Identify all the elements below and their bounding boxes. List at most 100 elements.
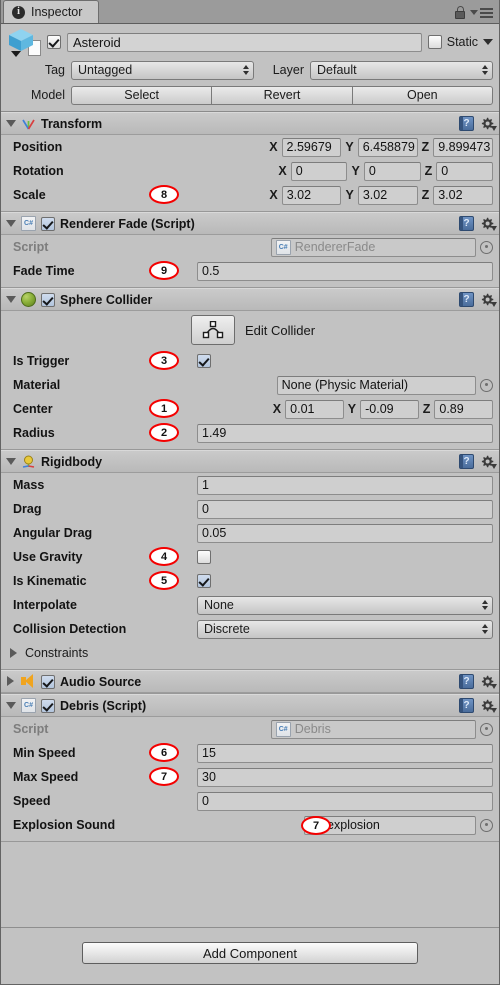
property-row: Use Gravity 4 [1, 545, 499, 569]
row-label: Position [13, 140, 63, 154]
value-field[interactable]: 0.5 [197, 261, 493, 281]
help-book-icon[interactable]: ? [459, 454, 474, 469]
toggle-checkbox[interactable] [197, 354, 211, 368]
component-header[interactable]: C# Debris (Script)? [1, 694, 499, 717]
field-x[interactable]: 3.02 [281, 185, 342, 205]
model-revert-button[interactable]: Revert [211, 85, 352, 105]
help-book-icon[interactable]: ? [459, 116, 474, 131]
model-row: Model Select Revert Open [7, 85, 493, 105]
toggle-checkbox[interactable] [197, 550, 211, 564]
component-enabled-checkbox[interactable] [41, 216, 55, 231]
help-book-icon[interactable]: ? [459, 292, 474, 307]
gear-icon[interactable] [480, 675, 497, 689]
object-field[interactable]: C# RendererFade [270, 237, 476, 257]
help-book-icon[interactable]: ? [459, 698, 474, 713]
object-field[interactable]: None (Physic Material) [276, 375, 476, 395]
row-label: Center [13, 402, 53, 416]
field-z[interactable]: 0 [436, 161, 494, 181]
field-y[interactable]: 6.458879 [357, 137, 418, 157]
component-header[interactable]: Transform? [1, 112, 499, 135]
chevron-down-icon[interactable] [5, 118, 16, 129]
field-y[interactable]: -0.09 [360, 399, 419, 419]
row-constraints[interactable]: Constraints [1, 641, 499, 665]
model-select-button[interactable]: Select [71, 85, 212, 105]
chevron-right-icon[interactable] [8, 647, 19, 659]
object-picker-icon[interactable] [480, 240, 493, 254]
component-header[interactable]: Rigidbody? [1, 450, 499, 473]
layer-dropdown[interactable]: Default [310, 60, 493, 80]
property-row: Position X 2.59679 Y 6.458879 Z 9.899473 [1, 135, 499, 159]
add-component-button[interactable]: Add Component [82, 942, 418, 964]
property-row: Collision Detection Discrete [1, 617, 499, 641]
component-header[interactable]: Audio Source? [1, 670, 499, 693]
value-field[interactable]: 0 [197, 791, 493, 811]
value-field[interactable]: 30 [197, 767, 493, 787]
edit-collider-icon [202, 321, 224, 339]
object-picker-icon[interactable] [480, 378, 493, 392]
chevron-down-icon[interactable] [5, 456, 16, 467]
field-x[interactable]: 2.59679 [281, 137, 342, 157]
dropdown[interactable]: None [197, 595, 493, 615]
annotation-badge: 2 [149, 423, 179, 442]
chevron-down-icon[interactable] [5, 218, 16, 229]
value-field[interactable]: 0.05 [197, 523, 493, 543]
value-field[interactable]: 15 [197, 743, 493, 763]
axis-x-label: X [269, 140, 278, 154]
axis-y-label: Y [345, 188, 354, 202]
tag-dropdown[interactable]: Untagged [71, 60, 254, 80]
object-picker-icon[interactable] [480, 722, 493, 736]
gear-icon[interactable] [480, 455, 497, 469]
gear-icon[interactable] [480, 293, 497, 307]
value-field[interactable]: 1 [197, 475, 493, 495]
prefab-cube-icon[interactable] [7, 27, 41, 57]
chevron-down-icon[interactable] [5, 294, 16, 305]
chevron-right-icon[interactable] [5, 676, 16, 687]
dropdown-value: Discrete [204, 622, 250, 636]
edit-collider-row: Edit Collider [1, 311, 499, 349]
help-book-icon[interactable]: ? [459, 674, 474, 689]
help-book-icon[interactable]: ? [459, 216, 474, 231]
field-x[interactable]: 0 [290, 161, 348, 181]
chevron-down-icon[interactable] [483, 39, 493, 45]
static-checkbox[interactable] [427, 35, 442, 49]
component-renderer-fade-script: C# Renderer Fade (Script)? Script C# Rendere… [1, 212, 499, 288]
tab-inspector[interactable]: i Inspector [3, 0, 100, 23]
value-field[interactable]: 0 [197, 499, 493, 519]
component-enabled-checkbox[interactable] [41, 698, 55, 713]
field-z[interactable]: 0.89 [434, 399, 493, 419]
dropdown[interactable]: Discrete [197, 619, 493, 639]
chevron-down-icon[interactable] [5, 700, 16, 711]
object-reference: explosion [304, 815, 493, 835]
property-row: Is Kinematic 5 [1, 569, 499, 593]
gameobject-enabled-checkbox[interactable] [47, 35, 61, 49]
component-header[interactable]: Sphere Collider? [1, 288, 499, 311]
field-x[interactable]: 0.01 [285, 399, 344, 419]
gear-icon[interactable] [480, 117, 497, 131]
gameobject-name-input[interactable]: Asteroid [67, 32, 422, 52]
transform-gizmo-icon [21, 116, 36, 131]
component-title: Transform [41, 116, 103, 131]
field-y[interactable]: 3.02 [357, 185, 418, 205]
gear-icon[interactable] [480, 699, 497, 713]
edit-collider-button[interactable] [191, 315, 235, 345]
property-row: Angular Drag 0.05 [1, 521, 499, 545]
value-field[interactable]: 1.49 [197, 423, 493, 443]
object-field[interactable]: C# Debris [270, 719, 476, 739]
rigidbody-icon [21, 454, 36, 469]
model-open-button[interactable]: Open [351, 85, 493, 105]
toggle-checkbox[interactable] [197, 574, 211, 588]
field-z[interactable]: 9.899473 [433, 137, 494, 157]
lock-icon[interactable] [454, 6, 466, 19]
component-enabled-checkbox[interactable] [41, 674, 55, 689]
gear-icon[interactable] [480, 217, 497, 231]
component-enabled-checkbox[interactable] [41, 292, 55, 307]
row-label: Scale [13, 188, 46, 202]
object-picker-icon[interactable] [480, 818, 493, 832]
annotation-badge: 4 [149, 547, 179, 566]
field-y[interactable]: 0 [363, 161, 421, 181]
field-z[interactable]: 3.02 [433, 185, 494, 205]
component-header[interactable]: C# Renderer Fade (Script)? [1, 212, 499, 235]
hamburger-menu-icon[interactable] [470, 7, 493, 18]
static-group: Static [427, 35, 493, 49]
component-header-actions: ? [459, 454, 497, 469]
